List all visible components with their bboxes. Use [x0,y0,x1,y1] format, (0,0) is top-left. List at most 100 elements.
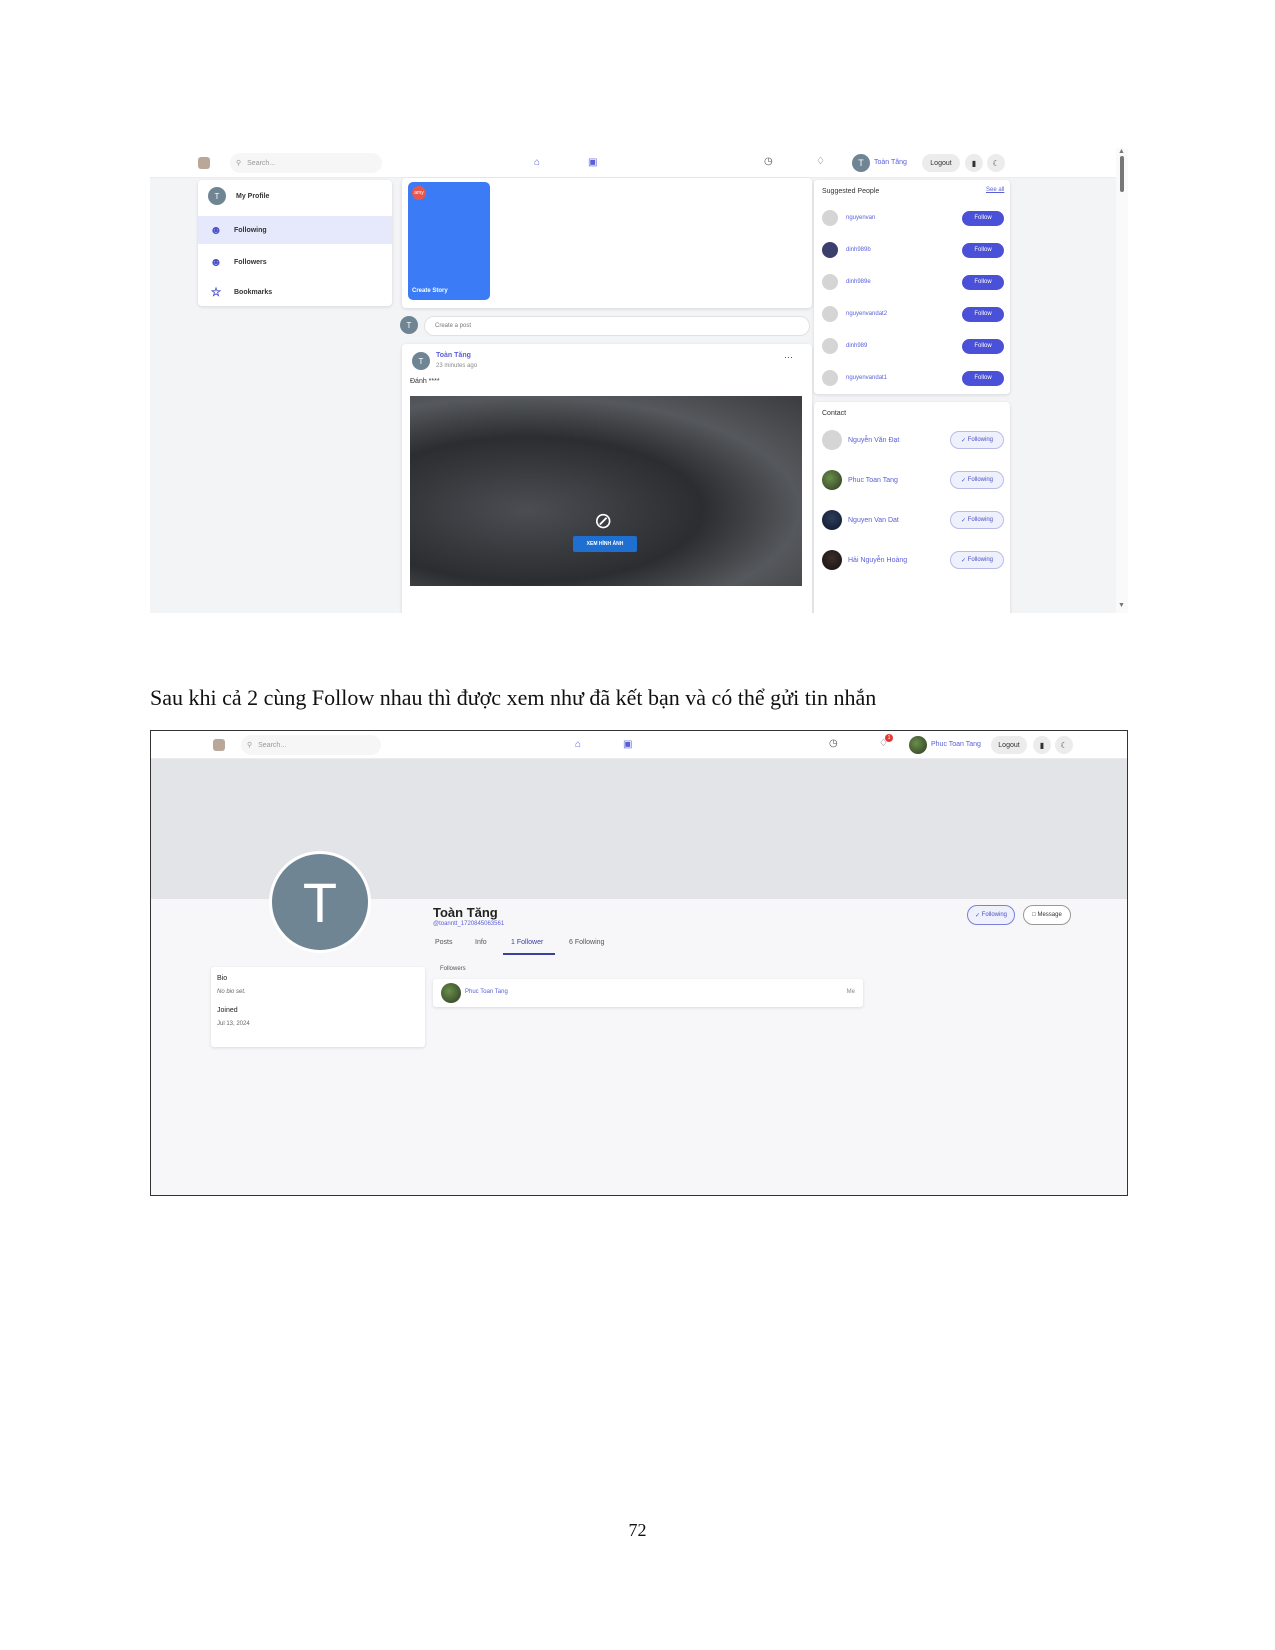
suggested-name[interactable]: dinh989e [846,279,962,285]
suggested-person: nguyenvandat2 Follow [822,304,1004,324]
post-timestamp: 23 minutes ago [436,363,478,369]
story-avatar: amy [412,186,426,200]
post-text: Đánh **** [410,378,440,385]
suggested-name[interactable]: nguyenvandat1 [846,375,962,381]
menu-following[interactable]: ☻ Following [198,216,392,244]
contact-panel: Contact Nguyễn Văn Đạt ✓ Following Phuc … [814,402,1010,613]
user-avatar[interactable] [822,210,838,226]
video-icon[interactable]: ▣ [588,157,597,168]
scroll-down-icon[interactable]: ▼ [1118,602,1125,609]
chat-icon[interactable]: ◷ [764,156,773,167]
contact-name[interactable]: Nguyễn Văn Đạt [848,437,950,444]
tab-following[interactable]: 6 Following [569,939,604,946]
follow-button[interactable]: Follow [962,338,1004,354]
user-avatar[interactable] [822,274,838,290]
tab-posts[interactable]: Posts [435,939,453,946]
see-all-link[interactable]: See all [986,187,1004,193]
profile-avatar[interactable]: T [269,851,371,953]
menu-label: Following [234,226,267,234]
check-icon: ✓ [960,517,968,524]
search-input[interactable]: ⚲ Search... [230,153,382,173]
more-options-icon[interactable]: ··· [784,352,793,362]
document-icon[interactable]: ▮ [965,154,983,172]
user-name[interactable]: Phuc Toan Tang [931,741,981,748]
following-label: Following [967,437,994,443]
logout-button[interactable]: Logout [922,154,960,172]
follow-button[interactable]: Follow [962,306,1004,322]
suggested-name[interactable]: dinh989b [846,247,962,253]
profile-handle: @toanntt_1720845063561 [433,921,505,927]
search-input[interactable]: ⚲ Search... [241,735,381,755]
video-icon[interactable]: ▣ [623,739,632,750]
following-button[interactable]: ✓ Following [950,471,1004,489]
search-placeholder: Search... [247,159,276,167]
view-image-button[interactable]: XEM HÌNH ẢNH [573,536,637,552]
user-avatar[interactable] [822,338,838,354]
tab-followers[interactable]: 1 Follower [511,939,543,946]
user-avatar[interactable] [822,510,842,530]
following-label: Following [967,517,994,523]
follow-button[interactable]: Follow [962,242,1004,258]
post-author-avatar[interactable]: T [412,352,430,370]
follow-button[interactable]: Follow [962,274,1004,290]
user-avatar[interactable] [822,550,842,570]
home-icon[interactable]: ⌂ [534,157,540,168]
page-scrollbar[interactable]: ▲ ▼ [1116,148,1128,613]
scroll-thumb[interactable] [1120,156,1124,192]
menu-label: My Profile [236,192,270,200]
chat-icon[interactable]: ◷ [829,738,838,749]
profile-avatar: T [208,187,226,205]
star-icon: ☆ [210,285,222,299]
user-avatar[interactable]: T [852,154,870,172]
suggested-name[interactable]: dinh989 [846,343,962,349]
following-button[interactable]: ✓ Following [950,551,1004,569]
user-name[interactable]: Toàn Tăng [874,159,907,166]
suggested-name[interactable]: nguyenvan [846,215,962,221]
app-logo[interactable] [198,157,210,169]
post-author[interactable]: Toàn Tăng [436,352,471,359]
user-avatar[interactable] [822,370,838,386]
follower-item[interactable]: Phuc Toan Tang Me [433,979,863,1007]
tab-info[interactable]: Info [475,939,487,946]
message-label: Message [1037,912,1062,918]
user-avatar[interactable] [822,306,838,322]
eye-off-icon: ⊘ [594,508,613,533]
check-icon: ✓ [974,912,982,919]
following-button[interactable]: ✓ Following [967,905,1015,925]
profile-name: Toàn Tăng [433,905,498,920]
check-icon: ✓ [960,557,968,564]
follower-name[interactable]: Phuc Toan Tang [465,989,508,995]
contact-person: Nguyễn Văn Đạt ✓ Following [822,428,1004,452]
moon-icon[interactable]: ☾ [987,154,1005,172]
contact-person: Hải Nguyễn Hoàng ✓ Following [822,548,1004,572]
follow-button[interactable]: Follow [962,210,1004,226]
user-avatar[interactable] [822,470,842,490]
logout-button[interactable]: Logout [991,736,1027,754]
menu-followers[interactable]: ☻ Followers [198,248,392,276]
moon-icon[interactable]: ☾ [1055,736,1073,754]
document-icon[interactable]: ▮ [1033,736,1051,754]
post-card: T Toàn Tăng 23 minutes ago ··· Đánh ****… [402,344,812,613]
contact-title: Contact [822,410,847,417]
following-button[interactable]: ✓ Following [950,431,1004,449]
contact-name[interactable]: Nguyen Van Dat [848,517,950,524]
follow-button[interactable]: Follow [962,370,1004,386]
user-avatar[interactable] [822,242,838,258]
app-logo[interactable] [213,739,225,751]
message-button[interactable]: □ Message [1023,905,1071,925]
contact-name[interactable]: Phuc Toan Tang [848,477,950,484]
scroll-up-icon[interactable]: ▲ [1118,148,1125,155]
bell-icon[interactable]: ♢ [816,156,825,167]
suggested-name[interactable]: nguyenvandat2 [846,311,962,317]
contact-name[interactable]: Hải Nguyễn Hoàng [848,557,950,564]
user-avatar[interactable] [822,430,842,450]
following-button[interactable]: ✓ Following [950,511,1004,529]
user-avatar[interactable] [909,736,927,754]
user-avatar[interactable] [441,983,461,1003]
create-post-input[interactable]: Create a post [424,316,810,336]
menu-my-profile[interactable]: T My Profile [198,182,392,210]
menu-bookmarks[interactable]: ☆ Bookmarks [198,278,392,306]
home-icon[interactable]: ⌂ [575,739,581,750]
menu-label: Bookmarks [234,288,273,296]
create-story-card[interactable]: amy Create Story [408,182,490,300]
